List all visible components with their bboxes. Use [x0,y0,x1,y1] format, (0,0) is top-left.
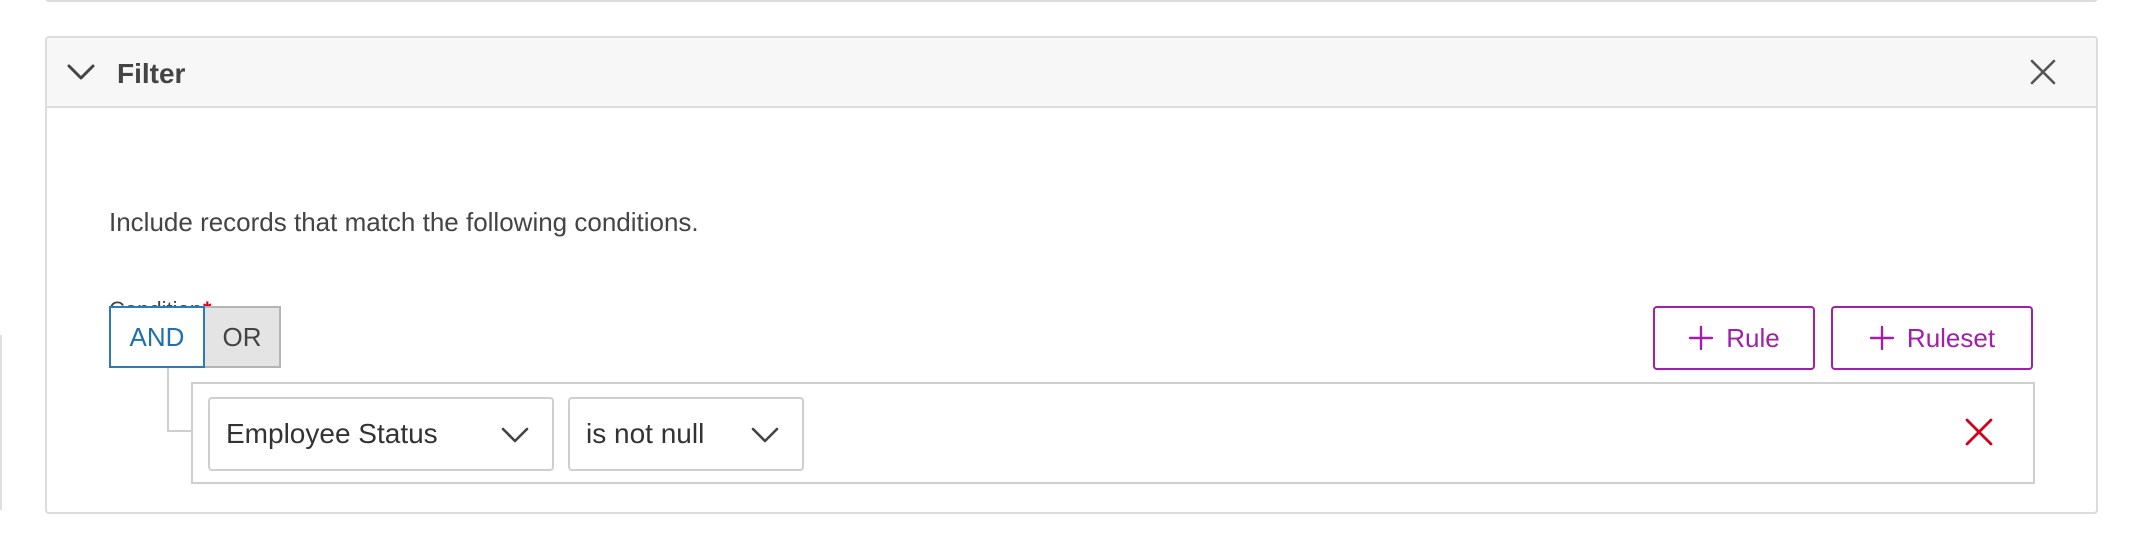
plus-icon [1689,325,1714,351]
add-ruleset-label: Ruleset [1906,322,1996,353]
panel-title: Filter [117,58,186,89]
remove-rule-button[interactable] [1961,414,1997,450]
operator-select-value: is not null [586,418,705,449]
filter-description: Include records that match the following… [109,207,699,237]
previous-panel-edge [45,0,2098,2]
operator-select[interactable]: is not null [568,397,804,471]
chevron-down-icon [501,427,529,443]
collapse-toggle-button[interactable] [65,56,97,88]
add-rule-label: Rule [1726,322,1780,353]
field-select[interactable]: Employee Status [208,397,554,471]
panel-header: Filter [47,38,2096,108]
plus-icon [1869,325,1895,351]
add-ruleset-button[interactable]: Ruleset [1831,306,2033,370]
remove-icon [1965,418,1993,446]
chevron-down-icon [67,64,95,80]
combinator-or-button[interactable]: OR [205,306,281,368]
chevron-down-icon [751,427,779,443]
field-select-value: Employee Status [226,418,438,449]
close-panel-button[interactable] [2026,55,2060,89]
close-icon [2030,59,2056,85]
left-edge-divider [0,335,2,510]
rule-row: Employee Status is not null [191,382,2035,484]
rule-tree-connector [167,368,193,432]
combinator-and-button[interactable]: AND [109,306,205,368]
filter-panel: Filter Include records that match the fo… [45,36,2098,514]
add-rule-button[interactable]: Rule [1653,306,1815,370]
